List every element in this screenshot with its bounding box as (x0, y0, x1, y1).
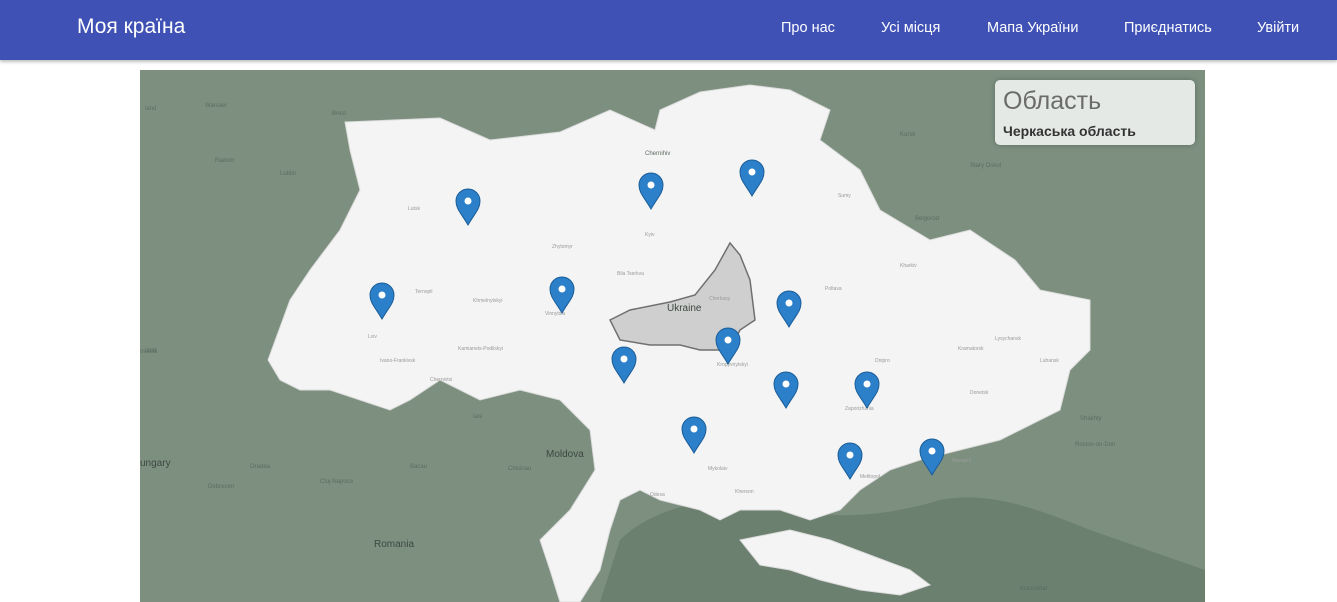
label-city-lublin: Lublin (280, 171, 296, 177)
label-city-debrecen: Debrecen (208, 484, 234, 490)
label-city-dnipro: Dnipro (875, 358, 890, 364)
label-city-radom: Radom (215, 158, 234, 164)
label-city-kherson: Kherson (735, 489, 754, 495)
label-city-kursk: Kursk (900, 132, 916, 138)
label-city-poltava: Poltava (825, 286, 842, 292)
label-city-kropyvnytskyi: Kropyvnytskyi (717, 362, 748, 368)
label-city-lutsk: Lutsk (408, 206, 420, 212)
label-city-brest: Brest (332, 111, 346, 117)
info-title: Область (1003, 87, 1102, 115)
label-city-odesa: Odesa (650, 492, 665, 498)
label-city-sumy: Sumy (838, 193, 851, 199)
label-city-shakhty: Shakhty (1080, 416, 1102, 422)
label-city-ivano-frankivsk: Ivano-Frankivsk (380, 358, 416, 364)
label-country-slovakia-edge: ovakia (140, 349, 158, 355)
label-city-ternopil: Ternopil (415, 289, 433, 295)
label-city-warsaw: Warsaw (205, 103, 227, 109)
nav-join[interactable]: Приєднатись (1124, 20, 1212, 36)
label-city-iasi: Iasi (473, 414, 482, 420)
label-city-chernivtsi: Chernivtsi (430, 377, 452, 383)
label-city-kamianets: Kamianets-Podilskyi (458, 346, 503, 352)
label-city-chernihiv: Chernihiv (645, 151, 670, 157)
label-country-ukraine: Ukraine (667, 303, 702, 314)
label-city-mykolaiv: Mykolaiv (708, 466, 728, 472)
label-city-zhytomyr: Zhytomyr (552, 244, 573, 250)
map-canvas[interactable]: land Warsaw Brest Chernihiv Kursk Lublin… (140, 70, 1205, 602)
label-city-zaporizhzhia: Zaporizhzhia (845, 406, 874, 412)
nav-about[interactable]: Про нас (781, 20, 835, 36)
info-region-name: Черкаська область (1003, 123, 1136, 139)
label-country-moldova: Moldova (546, 449, 584, 460)
marker-icon[interactable] (919, 438, 945, 476)
label-city-bila-tserkva: Bila Tserkva (617, 271, 644, 277)
label-city-khmelnytskyi: Khmelnytskyi (473, 298, 502, 304)
label-city-donetsk: Donetsk (970, 390, 989, 396)
brand-link[interactable]: Моя країна (77, 15, 185, 39)
label-city-lviv: Lviv (368, 334, 377, 340)
label-city-chisinau: Chisinau (508, 466, 531, 472)
nav-login[interactable]: Увійти (1257, 20, 1299, 36)
label-city-luhansk: Luhansk (1040, 358, 1059, 364)
nav-map-ukraine[interactable]: Мапа України (987, 20, 1078, 36)
label-city-oradea: Oradea (250, 464, 271, 470)
label-city-kyiv: Kyiv (645, 232, 655, 238)
label-city-belgorod: Belgorod (915, 216, 939, 222)
label-city-rostov: Rostov-on-Don (1075, 442, 1115, 448)
label-city-cluj: Cluj-Napoca (320, 479, 354, 485)
label-city-melitopol: Melitopol (860, 474, 880, 480)
top-navbar: Моя країна Про нас Усі місця Мапа Україн… (0, 0, 1337, 60)
label-city-mariupol: Mariupol (952, 458, 971, 464)
nav-all-places[interactable]: Усі місця (881, 20, 940, 36)
label-country-hungary: ungary (140, 458, 171, 469)
label-country-romania: Romania (374, 539, 414, 550)
label-poland: land (145, 106, 156, 112)
label-city-cherkasy: Cherkasy (709, 296, 731, 302)
label-city-krasnodar: Krasnodar (1020, 586, 1048, 592)
label-city-kramatorsk: Kramatorsk (958, 346, 984, 352)
region-info-panel: Область Черкаська область (995, 80, 1195, 145)
label-city-lysychansk: Lysychansk (995, 336, 1021, 342)
label-city-stary-oskol: Stary Oskol (970, 163, 1001, 169)
map-container[interactable]: land Warsaw Brest Chernihiv Kursk Lublin… (140, 70, 1205, 602)
label-city-bacau: Bacau (410, 464, 427, 470)
label-city-kharkiv: Kharkiv (900, 263, 917, 269)
